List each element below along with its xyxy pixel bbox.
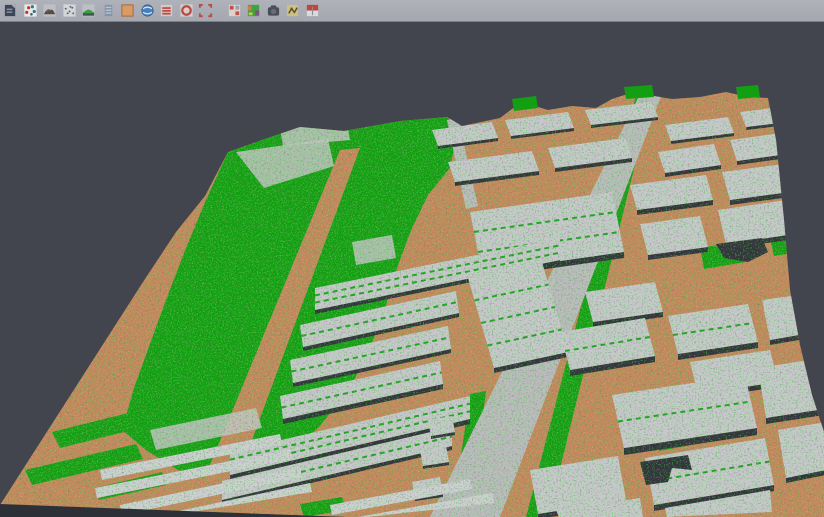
point-cloud-icon[interactable] xyxy=(61,3,78,19)
clip-box-icon[interactable] xyxy=(119,3,136,19)
tree-bump xyxy=(624,85,654,99)
clip-box-icon xyxy=(120,3,135,18)
viewport-3d[interactable] xyxy=(0,22,824,517)
dem-surface-icon xyxy=(42,3,57,18)
snapshot-icon xyxy=(266,3,281,18)
rectangle-select-icon xyxy=(198,3,213,18)
circle-select-icon[interactable] xyxy=(178,3,195,19)
classified-points-icon xyxy=(23,3,38,18)
globe-view-icon[interactable] xyxy=(139,3,156,19)
tree-bump xyxy=(736,85,760,99)
profile-view-icon xyxy=(101,3,116,18)
rectangle-select-icon[interactable] xyxy=(197,3,214,19)
project-book-icon xyxy=(3,3,18,18)
measure-tool-icon[interactable] xyxy=(284,3,301,19)
grid-select-icon xyxy=(227,3,242,18)
flag-tool-icon[interactable] xyxy=(304,3,321,19)
class-list-icon[interactable] xyxy=(158,3,175,19)
snapshot-icon[interactable] xyxy=(265,3,282,19)
profile-view-icon[interactable] xyxy=(100,3,117,19)
vegetation-class-icon xyxy=(81,3,96,18)
classified-view-icon xyxy=(246,3,261,18)
grid-select-icon[interactable] xyxy=(226,3,243,19)
circle-select-icon xyxy=(179,3,194,18)
application-window xyxy=(0,0,824,517)
flag-tool-icon xyxy=(305,3,320,18)
globe-view-icon xyxy=(140,3,155,18)
point-cloud-icon xyxy=(62,3,77,18)
class-list-icon xyxy=(159,3,174,18)
classified-points-icon[interactable] xyxy=(22,3,39,19)
classified-view-icon[interactable] xyxy=(245,3,262,19)
viewport-container xyxy=(0,22,824,517)
dem-surface-icon[interactable] xyxy=(41,3,58,19)
main-toolbar xyxy=(0,0,824,22)
vegetation-class-icon[interactable] xyxy=(80,3,97,19)
measure-tool-icon xyxy=(285,3,300,18)
project-book-icon[interactable] xyxy=(2,3,19,19)
